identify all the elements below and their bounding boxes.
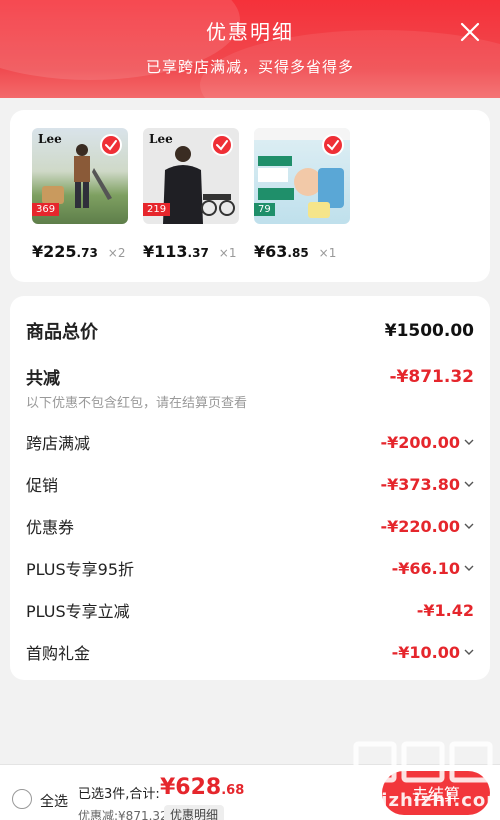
chevron-down-icon[interactable] — [464, 437, 474, 447]
selected-count: 已选3件,合计: — [78, 787, 160, 802]
discount-item-label: PLUS专享95折 — [26, 560, 134, 579]
checked-icon[interactable] — [100, 134, 122, 156]
product-item[interactable]: Lee 219 ¥113.37 ×1 — [143, 128, 253, 261]
watermark-text: zhizhizhi.com — [356, 790, 500, 811]
discount-header: 优惠明细 已享跨店满减，买得多省得多 — [0, 0, 500, 98]
discount-item-row[interactable]: 促销 -¥373.80 — [26, 472, 474, 496]
product-item[interactable]: 79 ¥63.85 ×1 — [254, 128, 364, 261]
discount-item-row[interactable]: 优惠券 -¥220.00 — [26, 514, 474, 538]
total-reduction-label: 共减 — [26, 369, 60, 389]
product-price-tag: 79 — [254, 203, 275, 216]
product-image: Lee 369 — [32, 128, 128, 224]
discount-item-row: PLUS专享立减 -¥1.42 — [26, 598, 474, 622]
product-quantity: ×2 — [107, 246, 126, 260]
product-image: 79 — [254, 128, 350, 224]
discount-item-value: -¥66.10 — [392, 559, 474, 578]
total-reduction-row: 共减 -¥871.32 — [26, 364, 475, 390]
discount-item-row[interactable]: 跨店满减 -¥200.00 — [26, 430, 474, 454]
discount-summary-card: 商品总价 ¥1500.00 共减 -¥871.32 以下优惠不包含红包，请在结算… — [10, 296, 490, 680]
discount-item-label: 促销 — [26, 476, 59, 495]
discount-note: 以下优惠不包含红包，请在结算页查看 — [26, 396, 248, 411]
header-subtitle: 已享跨店满减，买得多省得多 — [145, 58, 354, 76]
product-price: ¥63.85 — [254, 242, 309, 261]
discount-item-value: -¥1.42 — [416, 600, 474, 620]
product-price: ¥113.37 — [143, 242, 209, 261]
checked-icon[interactable] — [322, 134, 344, 156]
product-quantity: ×1 — [318, 246, 337, 260]
chevron-down-icon[interactable] — [464, 647, 474, 657]
discount-item-value: -¥373.80 — [380, 475, 474, 494]
discount-item-value: -¥200.00 — [380, 433, 474, 452]
total-price-row: 商品总价 ¥1500.00 — [26, 318, 474, 344]
product-price-tag: 369 — [32, 203, 60, 216]
product-brand: Lee — [38, 132, 62, 146]
product-quantity: ×1 — [218, 246, 237, 260]
discount-item-label: 首购礼金 — [26, 644, 91, 663]
select-all-radio[interactable] — [12, 789, 32, 809]
product-list-card: Lee 369 ¥225.73 ×2 Lee 219 ¥113.37 ×1 79… — [10, 110, 490, 282]
discount-item-label: 优惠券 — [26, 518, 75, 537]
close-icon[interactable] — [458, 20, 482, 44]
discount-amount: 优惠减:¥871.32 — [78, 809, 168, 820]
product-image: Lee 219 — [143, 128, 239, 224]
product-item[interactable]: Lee 369 ¥225.73 ×2 — [32, 128, 142, 261]
product-price-tag: 219 — [143, 203, 171, 216]
total-reduction-value: -¥871.32 — [389, 366, 475, 387]
total-price-label: 商品总价 — [26, 322, 98, 343]
product-brand: Lee — [149, 132, 173, 146]
product-price: ¥225.73 — [32, 242, 98, 261]
discount-item-label: PLUS专享立减 — [26, 602, 130, 621]
header-title: 优惠明细 — [206, 20, 294, 44]
checked-icon[interactable] — [211, 134, 233, 156]
select-all-label[interactable]: 全选 — [40, 791, 68, 811]
chevron-down-icon[interactable] — [464, 563, 474, 573]
discount-item-row[interactable]: PLUS专享95折 -¥66.10 — [26, 556, 474, 580]
total-price-value: ¥1500.00 — [384, 321, 474, 341]
total-payable: ¥628.68 — [160, 775, 245, 800]
chevron-down-icon[interactable] — [464, 479, 474, 489]
discount-item-label: 跨店满减 — [26, 434, 91, 453]
discount-detail-button[interactable]: 优惠明细 — [164, 805, 225, 820]
discount-item-row[interactable]: 首购礼金 -¥10.00 — [26, 640, 474, 664]
discount-item-value: -¥220.00 — [380, 517, 474, 536]
discount-item-value: -¥10.00 — [392, 643, 474, 662]
chevron-down-icon[interactable] — [464, 521, 474, 531]
